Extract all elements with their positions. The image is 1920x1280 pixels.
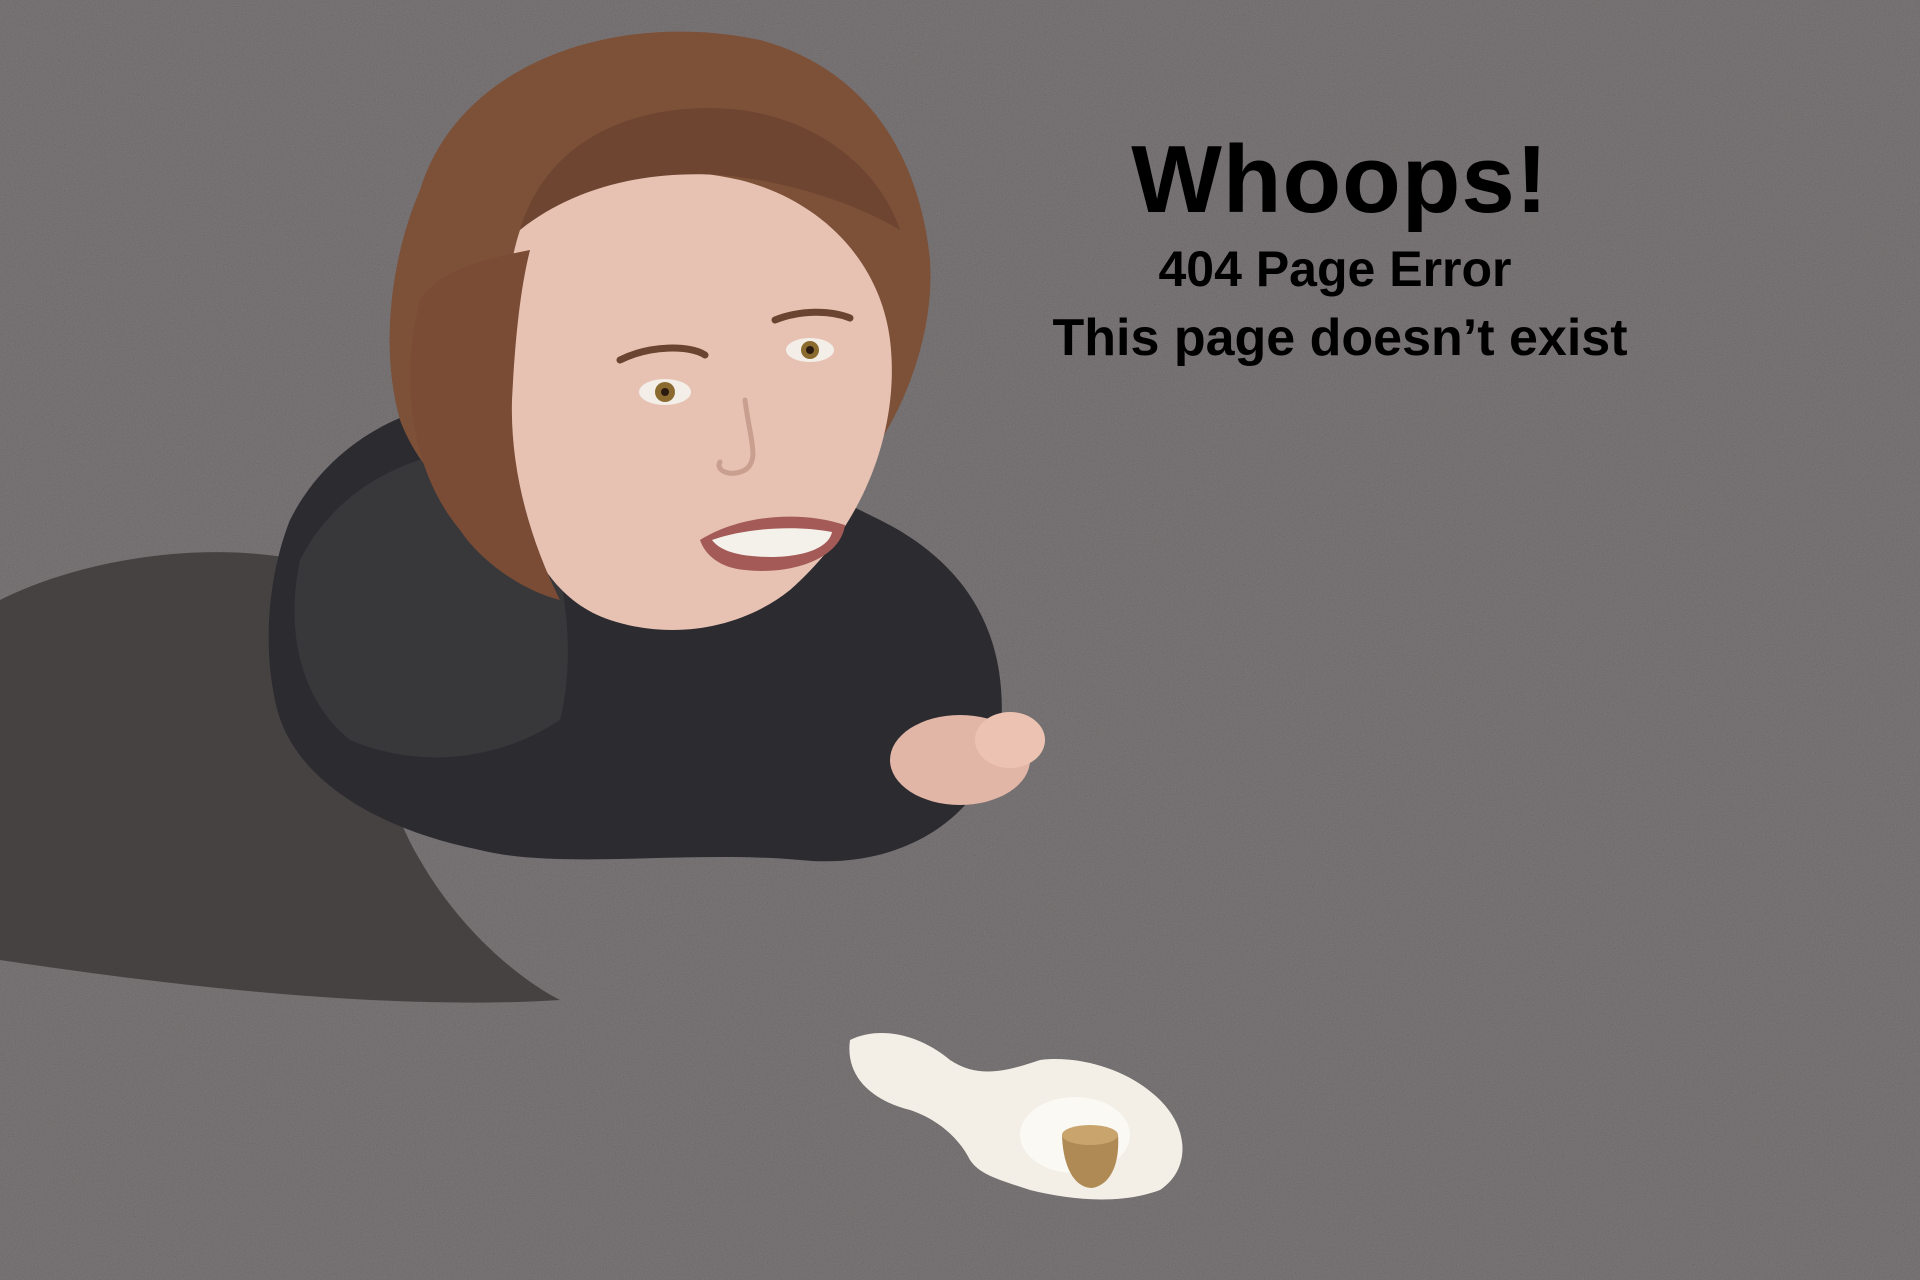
melted-ice-cream-icon [849, 1032, 1183, 1200]
error-code: 404 Page Error [1158, 241, 1512, 297]
headline: Whoops! [1131, 126, 1549, 233]
person-illustration [268, 31, 1045, 862]
error-detail: This page doesn’t exist [1052, 309, 1628, 367]
error-page: Whoops! 404 Page Error This page doesn’t… [0, 0, 1920, 1280]
error-message: Whoops! 404 Page Error This page doesn’t… [960, 130, 1760, 368]
